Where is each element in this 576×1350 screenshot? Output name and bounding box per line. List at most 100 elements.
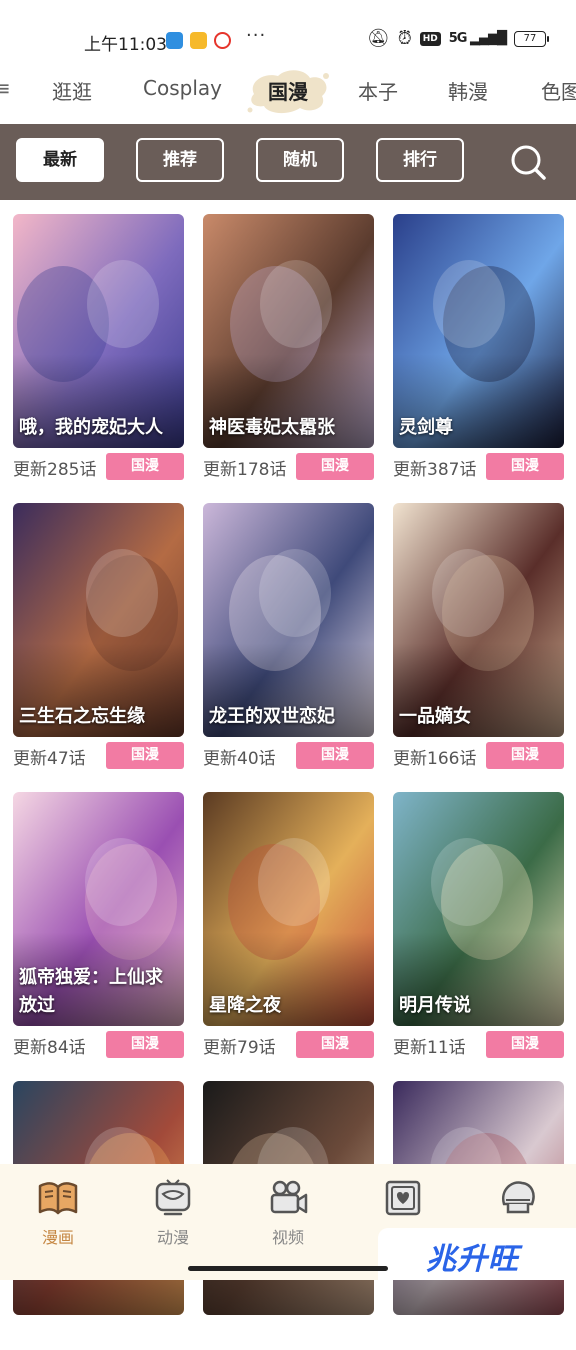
tab-hanman[interactable]: 韩漫	[448, 76, 488, 105]
comic-cover[interactable]: 灵剑尊	[393, 214, 564, 448]
genre-tag[interactable]: 国漫	[106, 742, 184, 769]
mute-bell-icon: 🔕︎	[366, 28, 390, 49]
comic-cover[interactable]: 星降之夜	[203, 792, 374, 1026]
comic-card[interactable]: 一品嫡女更新166话 国漫	[393, 503, 564, 772]
card-meta: 更新11话 国漫	[393, 1031, 564, 1061]
card-meta	[393, 1320, 564, 1350]
category-tabs: ≡ 逛逛 Cosplay 国漫 本子 韩漫 色图	[0, 62, 576, 122]
update-count: 更新79话	[203, 1038, 276, 1058]
genre-tag[interactable]: 国漫	[106, 453, 184, 480]
notes-icon	[190, 32, 207, 49]
card-meta: 更新387话 国漫	[393, 453, 564, 483]
tab-cosplay[interactable]: Cosplay	[143, 76, 222, 100]
cover-image	[13, 214, 184, 448]
cover-image	[393, 503, 564, 737]
card-meta: 更新84话 国漫	[13, 1031, 184, 1061]
genre-tag[interactable]: 国漫	[486, 1031, 564, 1058]
genre-tag[interactable]: 国漫	[486, 453, 564, 480]
cover-image	[203, 214, 374, 448]
tab-benzi[interactable]: 本子	[358, 76, 398, 105]
card-meta	[203, 1320, 374, 1350]
filter-ranking-button[interactable]: 排行	[376, 138, 464, 182]
search-icon[interactable]	[508, 142, 548, 182]
cover-image	[203, 792, 374, 1026]
comic-cover[interactable]: 明月传说	[393, 792, 564, 1026]
update-count: 更新47话	[13, 749, 86, 769]
filter-bar: 最新 推荐 随机 排行	[0, 124, 576, 200]
comic-card[interactable]: 龙王的双世恋妃更新40话 国漫	[203, 503, 374, 772]
card-meta: 更新40话 国漫	[203, 742, 374, 772]
tab-guoman[interactable]: 国漫	[268, 76, 308, 105]
comic-cover[interactable]: 龙王的双世恋妃	[203, 503, 374, 737]
signal-icon: 5G ▂▄▆█	[448, 31, 507, 46]
battery-icon: 77	[514, 30, 549, 47]
home-indicator[interactable]	[188, 1266, 388, 1271]
comic-card[interactable]: 神医毒妃太嚣张更新178话 国漫	[203, 214, 374, 483]
hd-icon: HD	[419, 31, 441, 46]
genre-tag[interactable]: 国漫	[296, 1031, 374, 1058]
update-count: 更新387话	[393, 460, 477, 480]
alarm-icon: ⏰︎	[397, 28, 412, 49]
card-meta: 更新166话 国漫	[393, 742, 564, 772]
comic-title: 神医毒妃太嚣张	[209, 417, 335, 438]
comic-cover[interactable]: 神医毒妃太嚣张	[203, 214, 374, 448]
tab-setu[interactable]: 色图	[541, 76, 576, 105]
genre-tag[interactable]: 国漫	[486, 742, 564, 769]
cover-image	[393, 214, 564, 448]
telegram-icon	[166, 32, 183, 49]
comic-card[interactable]: 三生石之忘生缘更新47话 国漫	[13, 503, 184, 772]
comic-cover[interactable]: 一品嫡女	[393, 503, 564, 737]
watermark-text: 兆升旺	[426, 1242, 519, 1277]
filter-latest-button[interactable]: 最新	[16, 138, 104, 182]
filter-random-button[interactable]: 随机	[256, 138, 344, 182]
update-count: 更新166话	[393, 749, 477, 769]
cover-image	[203, 503, 374, 737]
update-count: 更新178话	[203, 460, 287, 480]
nav-label: 视频	[271, 1228, 304, 1247]
nav-manhua[interactable]: 漫画	[18, 1176, 98, 1248]
status-bar: 上午11:03 ··· 🔕︎ ⏰︎ HD 5G ▂▄▆█ 77	[0, 0, 576, 60]
nav-shipin[interactable]: 视频	[248, 1176, 328, 1248]
nav-dongman[interactable]: 动漫	[133, 1176, 213, 1248]
comic-cover[interactable]: 狐帝独爱：上仙求放过	[13, 792, 184, 1026]
status-time: 上午11:03	[84, 35, 167, 55]
comic-title: 星降之夜	[209, 995, 281, 1016]
comic-title: 狐帝独爱：上仙求放过	[19, 967, 163, 1016]
genre-tag[interactable]: 国漫	[106, 1031, 184, 1058]
update-count: 更新11话	[393, 1038, 466, 1058]
comic-card[interactable]: 明月传说更新11话 国漫	[393, 792, 564, 1061]
comic-card[interactable]: 哦，我的宠妃大人更新285话 国漫	[13, 214, 184, 483]
update-count: 更新84话	[13, 1038, 86, 1058]
more-notifications-icon: ···	[246, 25, 267, 46]
comic-title: 一品嫡女	[399, 706, 471, 727]
genre-tag[interactable]: 国漫	[296, 453, 374, 480]
comic-title: 龙王的双世恋妃	[209, 706, 335, 727]
watermark-logo: 兆升旺	[378, 1228, 576, 1280]
menu-icon[interactable]: ≡	[0, 76, 11, 100]
tab-guangguang[interactable]: 逛逛	[52, 76, 92, 105]
weibo-icon	[214, 32, 231, 49]
comic-cover[interactable]: 哦，我的宠妃大人	[13, 214, 184, 448]
card-meta: 更新178话 国漫	[203, 453, 374, 483]
cover-image	[393, 792, 564, 1026]
comic-title: 灵剑尊	[399, 417, 453, 438]
cover-image	[13, 503, 184, 737]
comic-title: 明月传说	[399, 995, 471, 1016]
tv-icon	[155, 1179, 191, 1216]
update-count: 更新285话	[13, 460, 97, 480]
game-icon	[385, 1180, 421, 1216]
card-meta: 更新285话 国漫	[13, 453, 184, 483]
comic-card[interactable]: 狐帝独爱：上仙求放过更新84话 国漫	[13, 792, 184, 1061]
nav-label: 漫画	[41, 1228, 74, 1247]
nav-label: 动漫	[156, 1228, 189, 1247]
book-icon	[38, 1182, 78, 1215]
genre-tag[interactable]: 国漫	[296, 742, 374, 769]
comic-card[interactable]: 星降之夜更新79话 国漫	[203, 792, 374, 1061]
comic-card[interactable]: 灵剑尊更新387话 国漫	[393, 214, 564, 483]
card-meta: 更新47话 国漫	[13, 742, 184, 772]
camera-icon	[270, 1180, 308, 1214]
comic-title: 三生石之忘生缘	[19, 706, 145, 727]
comic-title: 哦，我的宠妃大人	[19, 417, 163, 438]
comic-cover[interactable]: 三生石之忘生缘	[13, 503, 184, 737]
filter-recommended-button[interactable]: 推荐	[136, 138, 224, 182]
